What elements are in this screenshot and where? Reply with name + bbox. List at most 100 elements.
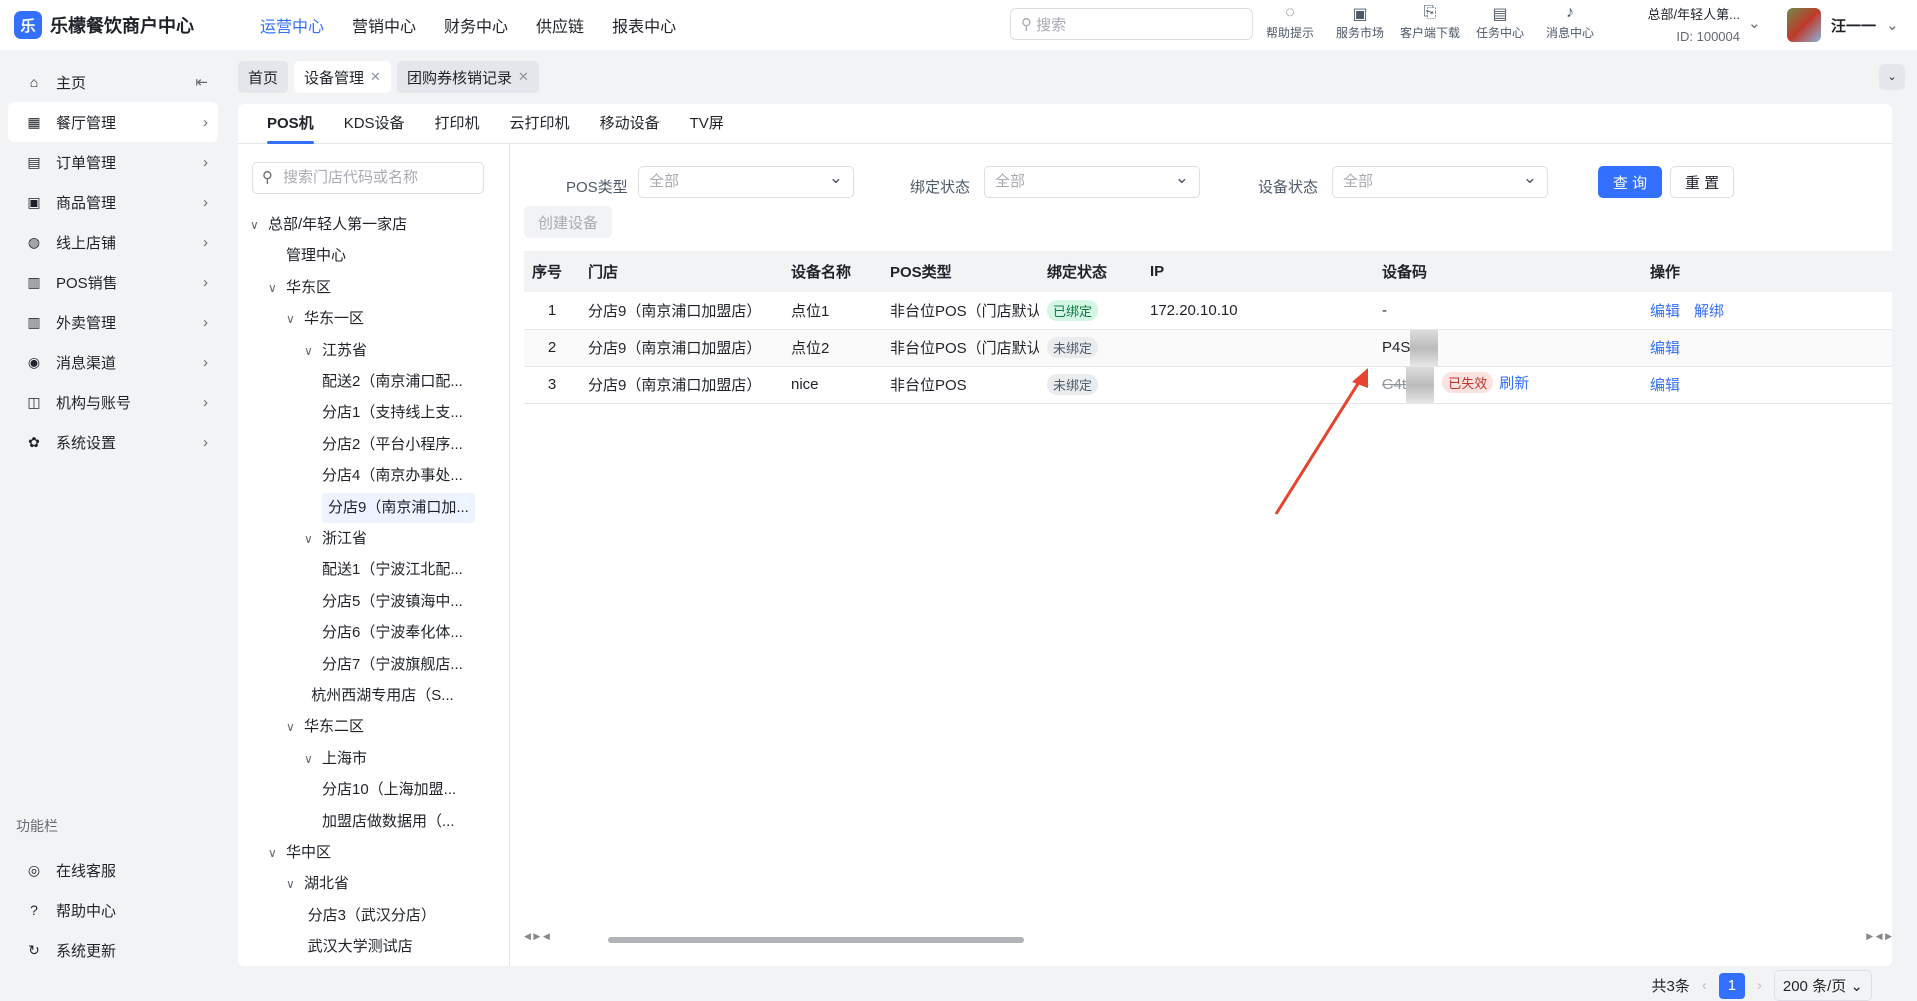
tree-node[interactable]: 分店4（南京办事处... (322, 461, 463, 491)
global-search-input[interactable]: ⚲ 搜索 (1010, 8, 1253, 40)
tool-lightbulb[interactable]: ◌ 帮助提示 (1258, 4, 1322, 41)
menu-icon: ◫ (27, 393, 41, 410)
nav-item[interactable]: 供应链 (536, 13, 584, 37)
tree-node[interactable]: ∨ 江苏省 (304, 336, 367, 366)
user-menu[interactable]: 汪一一 ⌄ (1787, 8, 1899, 42)
chevron-down-icon[interactable]: ∨ (304, 744, 322, 774)
device-tab[interactable]: 云打印机 (495, 104, 585, 144)
tree-node[interactable]: 加盟店做数据用（... (322, 807, 455, 837)
reset-button[interactable]: 重 置 (1670, 166, 1734, 198)
chevron-down-icon[interactable]: ∨ (268, 838, 286, 868)
tool-store-bag[interactable]: ▣ 服务市场 (1328, 4, 1392, 41)
tree-node[interactable]: 分店3（武汉分店） (308, 901, 436, 931)
sidebar-item-label: 消息渠道 (56, 354, 117, 372)
tree-node-label: 分店6（宁波奉化体... (322, 624, 463, 642)
tree-node[interactable]: 分店9（南京浦口加... (322, 492, 475, 523)
chevron-down-icon[interactable]: ⌄ (1748, 14, 1761, 32)
device-status-select[interactable]: 全部 (1332, 163, 1548, 198)
create-device-button[interactable]: 创建设备 (524, 206, 612, 238)
sidebar-item[interactable]: ◍ 线上店铺 › (8, 222, 218, 262)
sidebar-bottom-item[interactable]: ◎ 在线客服 (8, 850, 218, 890)
app-logo[interactable]: 乐乐檬餐饮商户中心 (14, 11, 234, 39)
nav-item[interactable]: 营销中心 (352, 13, 416, 37)
sidebar-item[interactable]: ▣ 商品管理 › (8, 182, 218, 222)
tool-download[interactable]: ⎘ 客户端下载 (1398, 4, 1462, 41)
tree-node-label: 华东二区 (304, 718, 365, 736)
clipboard-icon: ▤ (1492, 6, 1508, 23)
chevron-down-icon[interactable]: ∨ (268, 273, 286, 303)
nav-item[interactable]: 运营中心 (260, 13, 324, 37)
sidebar-item[interactable]: ▤ 订单管理 › (8, 142, 218, 182)
scrollbar-thumb[interactable] (608, 937, 1024, 943)
close-icon[interactable]: ✕ (370, 69, 381, 85)
bind-status-select[interactable]: 全部 (984, 163, 1200, 198)
nav-item[interactable]: 财务中心 (444, 13, 508, 37)
page-tab[interactable]: 首页 (238, 61, 289, 93)
tree-node[interactable]: 管理中心 (268, 241, 346, 271)
tree-node[interactable]: ∨ 上海市 (304, 744, 367, 774)
sidebar-item[interactable]: ⌂ 主页 ⇤ (8, 62, 218, 102)
tree-node[interactable]: 分店2（平台小程序... (322, 430, 463, 460)
tree-node[interactable]: 配送1（宁波江北配... (322, 555, 463, 585)
sidebar-item[interactable]: ◫ 机构与账号 › (8, 382, 218, 422)
tabs-dropdown-button[interactable]: ⌄ (1879, 64, 1905, 90)
device-tab[interactable]: POS机 (252, 104, 329, 144)
tree-node-label: 分店2（平台小程序... (322, 435, 463, 453)
chevron-down-icon[interactable]: ∨ (304, 524, 322, 554)
tree-node[interactable]: 分店7（宁波旗舰店... (322, 650, 463, 680)
edit-link[interactable]: 编辑 (1650, 340, 1680, 357)
sidebar-bottom-item[interactable]: ? 帮助中心 (8, 890, 218, 930)
device-tab[interactable]: 移动设备 (585, 104, 675, 144)
chevron-down-icon[interactable]: ∨ (286, 869, 304, 899)
tree-node[interactable]: ∨ 华东区 (268, 273, 331, 303)
tree-node[interactable]: ∨ 华中区 (268, 838, 331, 868)
page-tab[interactable]: 团购券核销记录 ✕ (396, 61, 539, 93)
tool-clipboard[interactable]: ▤ 任务中心 (1468, 4, 1532, 41)
query-button[interactable]: 查 询 (1598, 166, 1662, 198)
tree-node[interactable]: ∨ 华东二区 (286, 712, 364, 742)
sidebar-item[interactable]: ✿ 系统设置 › (8, 422, 218, 462)
sidebar-item[interactable]: ▥ 外卖管理 › (8, 302, 218, 342)
chevron-down-icon[interactable]: ∨ (286, 712, 304, 742)
tree-node[interactable]: ∨ 华东一区 (286, 304, 364, 334)
tree-node[interactable]: 分店5（宁波镇海中... (322, 587, 463, 617)
sidebar-item[interactable]: ▥ POS销售 › (8, 262, 218, 302)
chevron-down-icon[interactable]: ∨ (304, 336, 322, 366)
search-icon: ⚲ (1021, 16, 1037, 33)
refresh-link[interactable]: 刷新 (1499, 375, 1529, 392)
tree-node[interactable]: ∨ 湖北省 (286, 869, 349, 899)
edit-link[interactable]: 编辑 (1650, 377, 1680, 394)
sidebar-item[interactable]: ▦ 餐厅管理 › (8, 102, 218, 142)
collapse-sidebar-icon[interactable]: ⇤ (195, 73, 208, 91)
device-tab[interactable]: 打印机 (420, 104, 495, 144)
tree-node-label: 武汉大学测试店 (307, 938, 413, 956)
column-header: 门店 (580, 251, 783, 292)
page-tab[interactable]: 设备管理 ✕ (294, 61, 391, 93)
tool-bell[interactable]: ♪ 消息中心 (1538, 4, 1602, 41)
tree-node[interactable]: 配送2（南京浦口配... (322, 367, 463, 397)
unbind-link[interactable]: 解绑 (1694, 303, 1724, 320)
sidebar-bottom-item[interactable]: ↻ 系统更新 (8, 930, 218, 970)
pos-type-select[interactable]: 全部 (638, 163, 854, 198)
sidebar-item-label: 主页 (56, 74, 87, 92)
tree-node[interactable]: 武汉大学测试店 (308, 932, 413, 962)
tree-node[interactable]: 杭州西湖专用店（S... (311, 681, 454, 711)
sidebar-item[interactable]: ◉ 消息渠道 › (8, 342, 218, 382)
horizontal-scrollbar[interactable]: ◀ ▶ ◀ ▶ ◀ ▶ (524, 931, 1892, 946)
select-value: 全部 (1343, 173, 1374, 190)
tree-node[interactable]: 分店10（上海加盟... (322, 775, 456, 805)
chevron-down-icon[interactable]: ∨ (250, 210, 268, 240)
org-switcher[interactable]: 总部/年轻人第... ID: 100004 (1620, 4, 1740, 44)
device-tab[interactable]: TV屏 (675, 104, 739, 144)
tree-node[interactable]: ∨ 总部/年轻人第一家店 (250, 210, 407, 240)
tree-node[interactable]: 分店1（支持线上支... (322, 398, 463, 428)
device-name-cell: 点位1 (783, 292, 882, 330)
tree-node[interactable]: 分店6（宁波奉化体... (322, 618, 463, 648)
close-icon[interactable]: ✕ (518, 69, 529, 85)
store-search-input[interactable]: ⚲ 搜索门店代码或名称 (252, 162, 484, 194)
tree-node[interactable]: ∨ 浙江省 (304, 524, 367, 554)
chevron-down-icon[interactable]: ∨ (286, 304, 304, 334)
device-tab[interactable]: KDS设备 (329, 104, 420, 144)
edit-link[interactable]: 编辑 (1650, 303, 1680, 320)
nav-item[interactable]: 报表中心 (612, 13, 676, 37)
